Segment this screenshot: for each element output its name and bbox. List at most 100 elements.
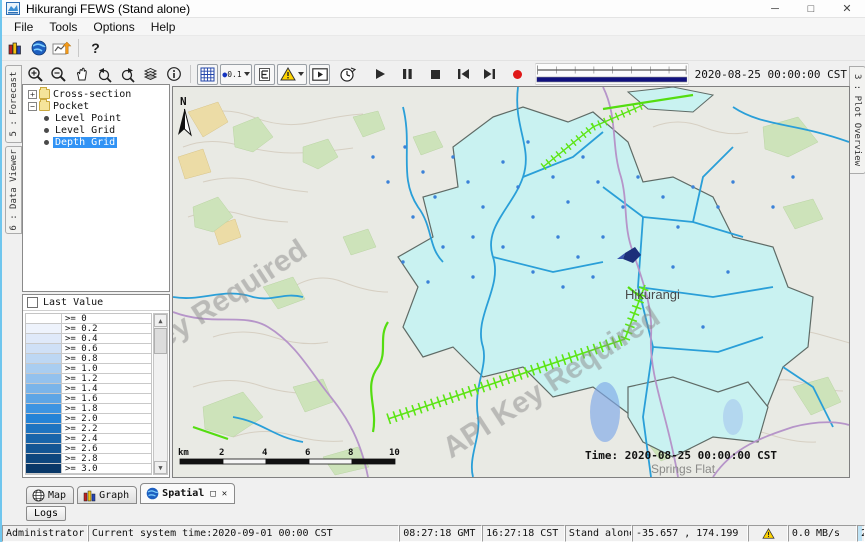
pause-icon[interactable] xyxy=(397,64,418,85)
legend-swatch xyxy=(26,454,62,463)
go-to-start-icon[interactable] xyxy=(453,64,474,85)
scroll-up-icon[interactable]: ▲ xyxy=(154,314,167,327)
maximize-button[interactable]: □ xyxy=(793,0,829,17)
status-warning[interactable] xyxy=(748,525,788,542)
tree-item-pocket[interactable]: − Pocket xyxy=(27,100,169,112)
legend-swatch xyxy=(26,434,62,443)
dropdown-arrow-icon xyxy=(298,72,304,76)
tree-item-depth-grid[interactable]: Depth Grid xyxy=(27,136,169,148)
expand-icon[interactable]: + xyxy=(28,90,37,99)
tree-item-cross-section[interactable]: + Cross-section xyxy=(27,88,169,100)
status-local-time: 16:27:18 CST xyxy=(482,525,565,542)
zoom-out-icon[interactable] xyxy=(48,64,69,85)
explorer-icon[interactable] xyxy=(5,38,26,59)
panel-maximize-icon[interactable]: □ xyxy=(210,489,215,499)
grid-display-icon[interactable] xyxy=(197,64,218,85)
scroll-thumb[interactable] xyxy=(154,328,167,354)
globe-map-icon[interactable] xyxy=(28,38,49,59)
pan-hand-icon[interactable] xyxy=(71,64,92,85)
last-value-checkbox[interactable] xyxy=(27,297,38,308)
last-value-label: Last Value xyxy=(43,297,103,308)
menu-tools[interactable]: Tools xyxy=(41,19,85,35)
window-title: Hikurangi FEWS (Stand alone) xyxy=(26,2,190,16)
menu-file[interactable]: File xyxy=(6,19,41,35)
legend-row: >= 2.2 xyxy=(26,424,151,434)
wire-globe-icon xyxy=(32,489,45,502)
zoom-previous-icon[interactable] xyxy=(94,64,115,85)
warning-triangle-icon xyxy=(762,528,775,539)
legend-row: >= 1.0 xyxy=(26,364,151,374)
close-button[interactable]: ✕ xyxy=(829,0,865,17)
time-navigator-icon[interactable] xyxy=(337,64,358,85)
legend-row: >= 2.0 xyxy=(26,414,151,424)
tab-spatial[interactable]: Spatial □ ✕ xyxy=(140,483,235,504)
logs-button[interactable]: Logs xyxy=(26,506,66,521)
sidebar-tab-plot-overview[interactable]: 3 : Plot Overview xyxy=(849,66,865,174)
status-user: Administrator xyxy=(2,525,88,542)
sidebar-tab-data-viewer[interactable]: 6 : Data Viewer xyxy=(5,146,22,234)
status-memory: 2.5 GB xyxy=(857,525,865,542)
stop-icon[interactable] xyxy=(425,64,446,85)
play-icon[interactable] xyxy=(369,64,390,85)
menu-options[interactable]: Options xyxy=(85,19,142,35)
info-icon[interactable] xyxy=(163,64,184,85)
legend-swatch xyxy=(26,464,62,473)
layer-tree[interactable]: + Cross-section − Pocket Level Point Lev… xyxy=(22,84,170,292)
status-mode: Stand alone xyxy=(565,525,632,542)
panel-close-icon[interactable]: ✕ xyxy=(222,489,227,499)
toolbar-separator xyxy=(190,65,191,83)
thresholds-dropdown[interactable] xyxy=(277,64,307,85)
bar-chart-icon xyxy=(83,489,96,502)
legend-row: >= 3.0 xyxy=(26,464,151,474)
legend-swatch xyxy=(26,374,62,383)
menu-help[interactable]: Help xyxy=(143,19,184,35)
leaf-bullet-icon xyxy=(44,128,49,133)
timeline-slider[interactable] xyxy=(535,63,689,85)
svg-text:6: 6 xyxy=(305,448,310,458)
tab-graph[interactable]: Graph xyxy=(77,486,137,504)
tree-item-level-grid[interactable]: Level Grid xyxy=(27,124,169,136)
data-viewer-panel: + Cross-section − Pocket Level Point Lev… xyxy=(22,84,170,478)
spatial-map[interactable]: API Key Required API Key Required Hikura… xyxy=(172,86,850,478)
sidebar-tab-forecast[interactable]: 5 : Forecast xyxy=(5,65,22,143)
animation-player-icon[interactable] xyxy=(309,64,330,85)
go-to-end-icon[interactable] xyxy=(479,64,500,85)
spatial-display-icon[interactable] xyxy=(51,38,72,59)
scroll-down-icon[interactable]: ▼ xyxy=(154,461,167,474)
legend-row: >= 2.4 xyxy=(26,434,151,444)
zoom-in-icon[interactable] xyxy=(25,64,46,85)
legend-swatch xyxy=(26,384,62,393)
legend-swatch xyxy=(26,444,62,453)
collapse-icon[interactable]: − xyxy=(28,102,37,111)
warning-triangle-icon xyxy=(280,67,296,81)
minimize-button[interactable]: ─ xyxy=(757,0,793,17)
layers-icon[interactable] xyxy=(140,64,161,85)
legend-swatch xyxy=(26,334,62,343)
legend-row: >= 1.8 xyxy=(26,404,151,414)
leaf-bullet-icon xyxy=(44,140,49,145)
timeline-date-label: 2020-08-25 00:00:00 CST xyxy=(695,68,847,81)
svg-text:N: N xyxy=(180,95,187,108)
zoom-next-icon[interactable] xyxy=(117,64,138,85)
svg-text:km: km xyxy=(178,448,189,458)
legend-row: >= 0.2 xyxy=(26,324,151,334)
legend-panel: Last Value >= 0 >= 0.2 >= 0.4 >= 0.6 >= … xyxy=(22,294,170,478)
record-icon[interactable] xyxy=(507,64,528,85)
main-toolbar: ? xyxy=(2,36,865,61)
classifier-dropdown[interactable]: ●0.1 xyxy=(220,64,252,85)
svg-text:8: 8 xyxy=(348,448,353,458)
legend-swatch xyxy=(26,364,62,373)
svg-text:4: 4 xyxy=(262,448,268,458)
help-icon[interactable]: ? xyxy=(85,38,106,59)
legend-row: >= 1.4 xyxy=(26,384,151,394)
status-gmt-time: 08:27:18 GMT xyxy=(399,525,482,542)
place-label-hikurangi: Hikurangi xyxy=(625,287,680,302)
tree-item-level-point[interactable]: Level Point xyxy=(27,112,169,124)
blue-globe-icon xyxy=(146,487,159,500)
status-coordinates: -35.657 , 174.199 xyxy=(632,525,748,542)
profile-display-icon[interactable] xyxy=(254,64,275,85)
status-bar: Administrator Current system time:2020-0… xyxy=(2,525,865,542)
legend-row: >= 0.6 xyxy=(26,344,151,354)
tab-map[interactable]: Map xyxy=(26,486,74,504)
legend-scrollbar[interactable]: ▲ ▼ xyxy=(153,313,168,475)
